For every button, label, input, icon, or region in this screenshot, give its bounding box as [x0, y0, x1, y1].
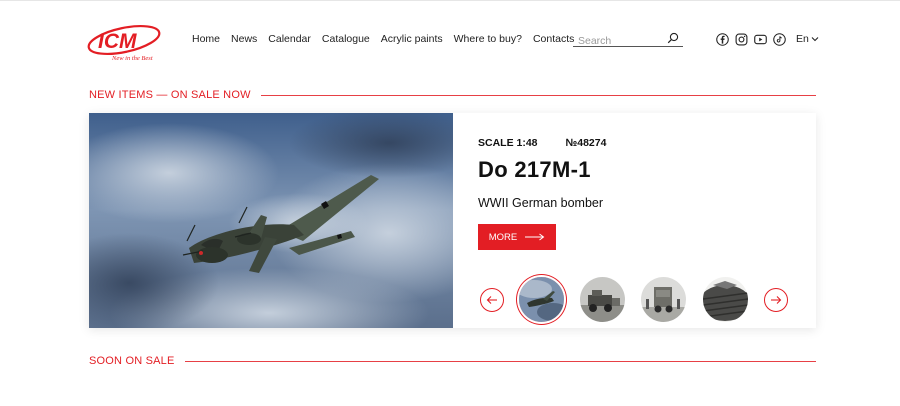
language-switcher[interactable]: En — [796, 33, 819, 45]
arrow-right-icon — [525, 233, 545, 241]
facebook-icon[interactable] — [716, 33, 729, 46]
product-subtitle: WWII German bomber — [478, 196, 604, 210]
main-nav: Home News Calendar Catalogue Acrylic pai… — [192, 33, 585, 45]
product-hero-image[interactable] — [89, 113, 453, 328]
product-meta: SCALE 1:48 №48274 — [478, 137, 606, 149]
tiktok-icon[interactable] — [773, 33, 786, 46]
nav-where-to-buy[interactable]: Where to buy? — [454, 33, 522, 45]
site-header: ICM New in the Best Home News Calendar C… — [0, 0, 900, 80]
language-label: En — [796, 33, 809, 45]
nav-calendar[interactable]: Calendar — [268, 33, 311, 45]
arrow-right-icon — [771, 296, 782, 304]
featured-product-card: SCALE 1:48 №48274 Do 217M-1 WWII German … — [89, 113, 816, 328]
carousel-next-button[interactable] — [764, 288, 788, 312]
nav-catalogue[interactable]: Catalogue — [322, 33, 370, 45]
nav-home[interactable]: Home — [192, 33, 220, 45]
instagram-icon[interactable] — [735, 33, 748, 46]
section-divider — [184, 360, 816, 362]
youtube-icon[interactable] — [754, 33, 767, 46]
chevron-down-icon — [811, 37, 819, 42]
soon-on-sale-heading: SOON ON SALE — [89, 355, 816, 367]
product-title: Do 217M-1 — [478, 157, 591, 182]
arrow-left-icon — [486, 296, 497, 304]
logo-text: ICM — [98, 30, 137, 53]
search-bar — [573, 31, 683, 48]
new-items-heading: NEW ITEMS — ON SALE NOW — [89, 89, 816, 101]
section-title: SOON ON SALE — [89, 355, 175, 367]
section-divider — [260, 94, 816, 96]
icm-logo[interactable]: ICM New in the Best — [86, 22, 168, 64]
product-info: SCALE 1:48 №48274 Do 217M-1 WWII German … — [478, 113, 808, 328]
search-input[interactable] — [573, 34, 663, 48]
product-carousel — [478, 276, 798, 324]
nav-news[interactable]: News — [231, 33, 257, 45]
more-button-label: MORE — [488, 231, 518, 243]
social-links — [716, 33, 786, 46]
logo-tagline: New in the Best — [111, 55, 153, 62]
nav-acrylic-paints[interactable]: Acrylic paints — [381, 33, 443, 45]
section-title: NEW ITEMS — ON SALE NOW — [89, 89, 251, 101]
nav-contacts[interactable]: Contacts — [533, 33, 574, 45]
aircraft-thumbnail[interactable] — [519, 277, 564, 322]
terrain-thumbnail[interactable] — [703, 277, 748, 322]
truck-thumbnail[interactable] — [641, 277, 686, 322]
search-icon[interactable] — [667, 32, 679, 44]
product-scale: SCALE 1:48 — [478, 137, 538, 149]
more-button[interactable]: MORE — [478, 224, 556, 250]
product-number: №48274 — [565, 137, 607, 149]
carousel-prev-button[interactable] — [480, 288, 504, 312]
vehicle-thumbnail[interactable] — [580, 277, 625, 322]
